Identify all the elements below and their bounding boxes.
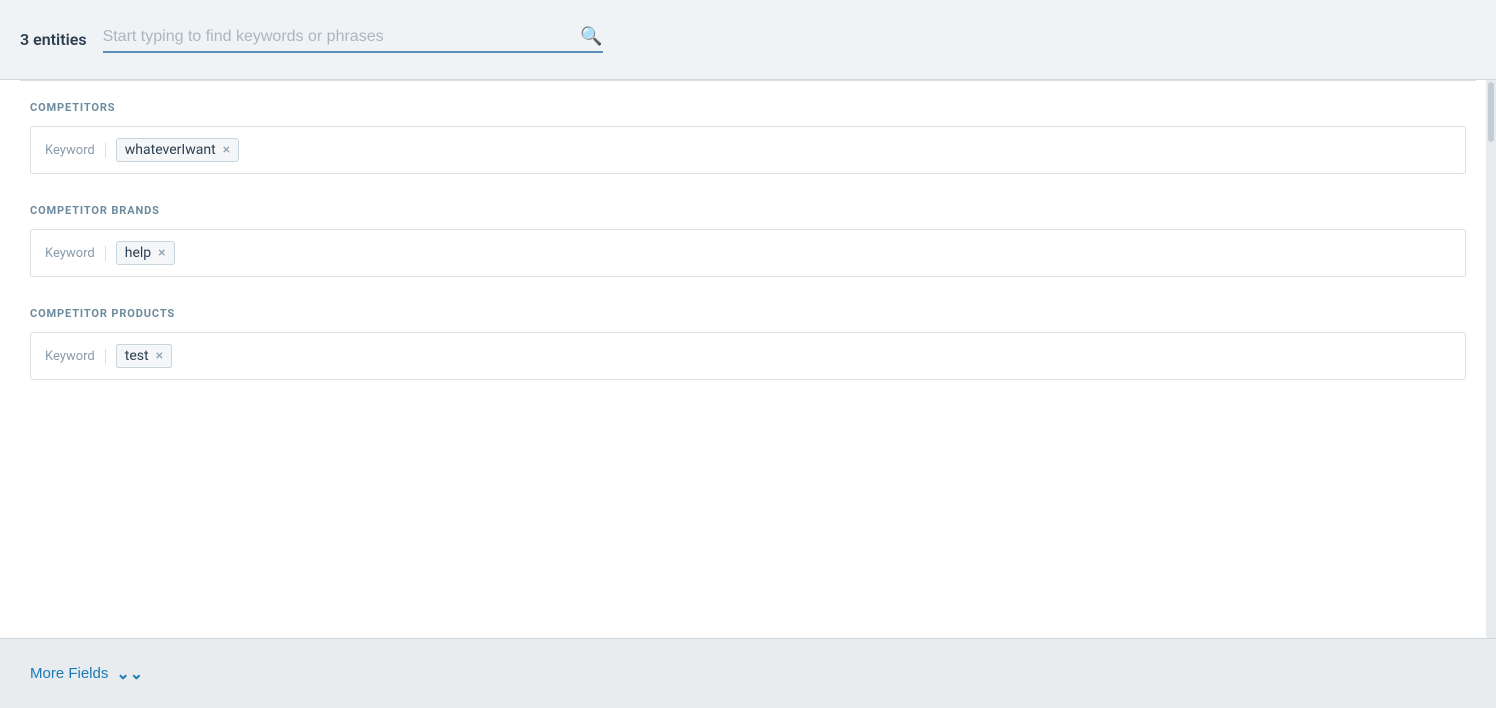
main-container: 3 entities 🔍 COMPETITORS Keyword whateve… [0, 0, 1496, 708]
search-bar: 3 entities 🔍 [0, 0, 1496, 80]
keyword-label-competitor-brands: Keyword [45, 246, 106, 261]
keyword-tag-competitors-0: whateverIwant × [116, 138, 239, 162]
remove-tag-competitor-brands-0[interactable]: × [158, 246, 165, 260]
main-content: COMPETITORS Keyword whateverIwant × COMP… [0, 80, 1496, 638]
bottom-bar: More Fields ⌄⌄ [0, 638, 1496, 708]
search-icon: 🔍 [580, 26, 602, 47]
search-input[interactable] [103, 28, 575, 46]
section-competitors: COMPETITORS Keyword whateverIwant × [0, 81, 1496, 184]
more-fields-label: More Fields [30, 665, 108, 682]
remove-tag-competitor-products-0[interactable]: × [156, 349, 163, 363]
keyword-tag-competitor-products-0: test × [116, 344, 172, 368]
keyword-row-competitor-products: Keyword test × [30, 332, 1466, 380]
section-title-competitor-products: COMPETITOR PRODUCTS [30, 307, 1466, 320]
keyword-tag-competitor-brands-0: help × [116, 241, 175, 265]
chevron-down-icon: ⌄⌄ [116, 664, 143, 684]
section-title-competitors: COMPETITORS [30, 101, 1466, 114]
entities-count: 3 entities [20, 30, 87, 49]
scrollbar-thumb[interactable] [1488, 82, 1494, 142]
scrollbar-track[interactable] [1486, 80, 1496, 638]
section-competitor-brands: COMPETITOR BRANDS Keyword help × [0, 184, 1496, 287]
more-fields-button[interactable]: More Fields ⌄⌄ [30, 664, 143, 684]
remove-tag-competitors-0[interactable]: × [223, 143, 230, 157]
keyword-row-competitors: Keyword whateverIwant × [30, 126, 1466, 174]
section-title-competitor-brands: COMPETITOR BRANDS [30, 204, 1466, 217]
keyword-tag-text-competitor-products-0: test [125, 348, 149, 364]
keyword-row-competitor-brands: Keyword help × [30, 229, 1466, 277]
keyword-tag-text-competitor-brands-0: help [125, 245, 151, 261]
search-wrapper: 🔍 [103, 26, 603, 53]
keyword-label-competitors: Keyword [45, 143, 106, 158]
section-competitor-products: COMPETITOR PRODUCTS Keyword test × [0, 287, 1496, 390]
keyword-tag-text-competitors-0: whateverIwant [125, 142, 216, 158]
keyword-label-competitor-products: Keyword [45, 349, 106, 364]
